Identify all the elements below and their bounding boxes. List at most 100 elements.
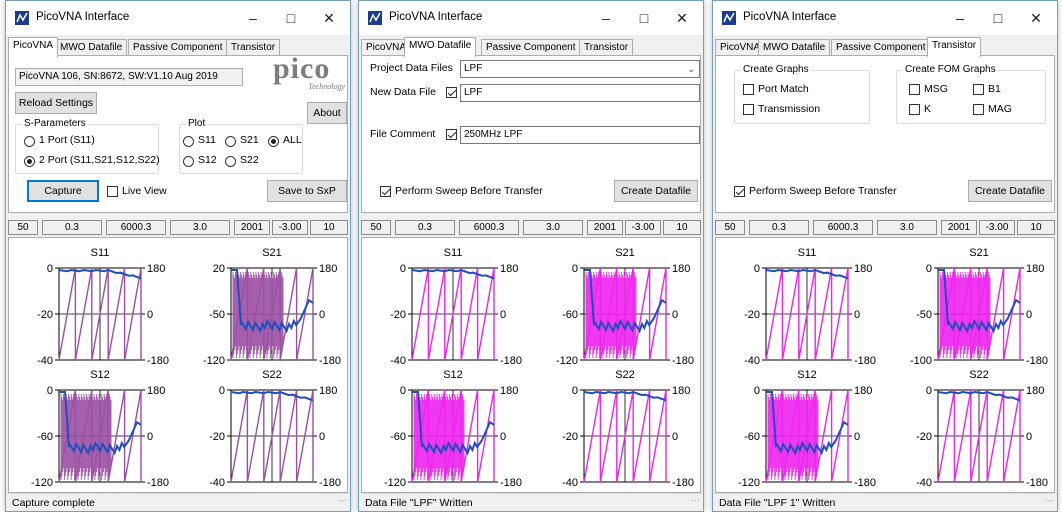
left-tick-label: -40 — [744, 355, 760, 367]
msg-checkbox[interactable] — [909, 84, 920, 95]
chart-title: S21 — [615, 247, 635, 259]
minimize-icon[interactable]: – — [591, 7, 621, 29]
right-tick-label: -180 — [500, 477, 522, 489]
left-tick-label: -120 — [738, 477, 760, 489]
chart-title: S11 — [444, 247, 463, 259]
step-field: 3.0 — [523, 220, 583, 235]
tab-passive-component[interactable]: Passive Component — [128, 39, 228, 56]
create-datafile-button[interactable]: Create Datafile — [968, 180, 1052, 202]
left-tick-label: -40 — [562, 477, 578, 489]
pico-logo-subtext: Technology — [308, 82, 345, 91]
right-tick-label: 180 — [672, 385, 690, 397]
new-data-file-checkbox[interactable] — [446, 87, 457, 98]
radio-plot-s11[interactable] — [183, 136, 194, 147]
window-title: PicoVNA Interface — [36, 11, 130, 23]
perform-sweep-checkbox[interactable] — [734, 186, 745, 197]
left-tick-label: -60 — [562, 309, 578, 321]
chart-s21: S21 20 -50 -120 180 0 -180 — [203, 247, 341, 367]
bandwidth-field: 10 — [663, 220, 701, 235]
step-field: 3.0 — [170, 220, 230, 235]
left-tick-label: -20 — [390, 309, 406, 321]
close-icon[interactable]: ✕ — [1021, 7, 1051, 29]
mag-checkbox[interactable] — [973, 104, 984, 115]
port-match-label: Port Match — [758, 83, 809, 95]
perform-sweep-label: Perform Sweep Before Transfer — [395, 185, 543, 197]
live-view-checkbox[interactable] — [107, 186, 118, 197]
window-transistor-tab: PicoVNA Interface – □ ✕ PicoVNA MWO Data… — [712, 0, 1058, 512]
tab-transistor[interactable]: Transistor — [927, 37, 982, 57]
s-parameters-group: S-Parameters 1 Port (S11) 2 Port (S11,S2… — [15, 118, 160, 174]
tab-panel: PicoVNA 106, SN:8672, SW:V1.10 Aug 2019 … — [8, 52, 348, 213]
resize-grip-icon[interactable]: ⋯ — [1045, 491, 1054, 509]
plot-area: S11 0 -20 -40 180 0 -180 S21 20 -50 -120 180 0 -180 S1… — [8, 237, 348, 493]
tab-passive-component[interactable]: Passive Component — [831, 39, 931, 56]
b1-label: B1 — [988, 83, 1001, 95]
close-icon[interactable]: ✕ — [667, 7, 697, 29]
transmission-checkbox[interactable] — [743, 104, 754, 115]
left-tick-label: 0 — [400, 385, 406, 397]
tab-transistor[interactable]: Transistor — [579, 39, 634, 56]
project-data-files-dropdown[interactable]: LPF ⌄ — [460, 60, 700, 78]
power-field: -3.00 — [272, 220, 308, 235]
maximize-icon[interactable]: □ — [276, 7, 306, 29]
chart-s12: S12 0 -60 -120 180 0 -180 — [738, 369, 876, 489]
radio-plot-all-label: ALL — [283, 134, 302, 146]
about-button[interactable]: About — [307, 102, 347, 124]
radio-plot-all[interactable] — [268, 136, 279, 147]
perform-sweep-checkbox[interactable] — [380, 186, 391, 197]
radio-2-port[interactable] — [24, 156, 35, 167]
left-tick-label: 0 — [400, 263, 406, 275]
maximize-icon[interactable]: □ — [629, 7, 659, 29]
project-data-files-label: Project Data Files — [370, 62, 453, 74]
chart-s22: S22 0 -20 -40 180 0 -180 — [916, 369, 1048, 489]
left-tick-label: 0 — [754, 385, 760, 397]
save-to-sxp-button[interactable]: Save to SxP — [267, 180, 347, 202]
right-tick-label: 180 — [319, 263, 337, 275]
tab-panel: Create Graphs Port Match Transmission Cr… — [715, 55, 1055, 213]
live-view-label: Live View — [122, 185, 167, 197]
right-tick-label: 0 — [147, 431, 153, 443]
radio-plot-s21[interactable] — [225, 136, 236, 147]
status-text: Data File "LPF 1" Written — [719, 497, 836, 509]
capture-button[interactable]: Capture — [27, 180, 99, 202]
left-tick-label: 20 — [213, 263, 225, 275]
title-bar[interactable]: PicoVNA Interface – □ ✕ — [6, 1, 350, 35]
minimize-icon[interactable]: – — [945, 7, 975, 29]
tab-mwo-datafile[interactable]: MWO Datafile — [758, 39, 831, 56]
tab-mwo-datafile[interactable]: MWO Datafile — [55, 39, 128, 56]
file-comment-input[interactable]: 250MHz LPF — [460, 126, 700, 144]
sweep-settings-row: 50 0.3 6000.3 3.0 2001 -3.00 10 — [715, 220, 1055, 235]
maximize-icon[interactable]: □ — [983, 7, 1013, 29]
port-match-checkbox[interactable] — [743, 84, 754, 95]
step-field: 3.0 — [877, 220, 937, 235]
reload-settings-button[interactable]: Reload Settings — [15, 92, 97, 114]
left-tick-label: 0 — [47, 263, 53, 275]
right-tick-label: -180 — [1026, 477, 1048, 489]
radio-plot-s22[interactable] — [225, 156, 236, 167]
right-tick-label: -180 — [1026, 355, 1048, 367]
minimize-icon[interactable]: – — [238, 7, 268, 29]
right-tick-label: -180 — [319, 355, 341, 367]
radio-plot-s12[interactable] — [183, 156, 194, 167]
new-data-file-input[interactable]: LPF — [460, 84, 700, 102]
right-tick-label: 0 — [500, 309, 506, 321]
title-bar[interactable]: PicoVNA Interface – □ ✕ — [359, 1, 703, 35]
b1-checkbox[interactable] — [973, 84, 984, 95]
close-icon[interactable]: ✕ — [314, 7, 344, 29]
title-bar[interactable]: PicoVNA Interface – □ ✕ — [713, 1, 1057, 35]
radio-1-port[interactable] — [24, 136, 35, 147]
resize-grip-icon[interactable]: ⋯ — [338, 491, 347, 509]
tab-picovna[interactable]: PicoVNA — [8, 37, 59, 57]
left-tick-label: 0 — [926, 385, 932, 397]
file-comment-checkbox[interactable] — [446, 129, 457, 140]
stop-freq-field: 6000.3 — [106, 220, 166, 235]
create-graphs-title: Create Graphs — [741, 64, 811, 75]
resize-grip-icon[interactable]: ⋯ — [691, 491, 700, 509]
status-text: Data File "LPF" Written — [365, 497, 473, 509]
create-datafile-button[interactable]: Create Datafile — [614, 180, 698, 202]
k-checkbox[interactable] — [909, 104, 920, 115]
tab-transistor[interactable]: Transistor — [226, 39, 281, 56]
left-tick-label: -120 — [203, 355, 225, 367]
tab-passive-component[interactable]: Passive Component — [481, 39, 581, 56]
tab-mwo-datafile[interactable]: MWO Datafile — [404, 37, 477, 57]
